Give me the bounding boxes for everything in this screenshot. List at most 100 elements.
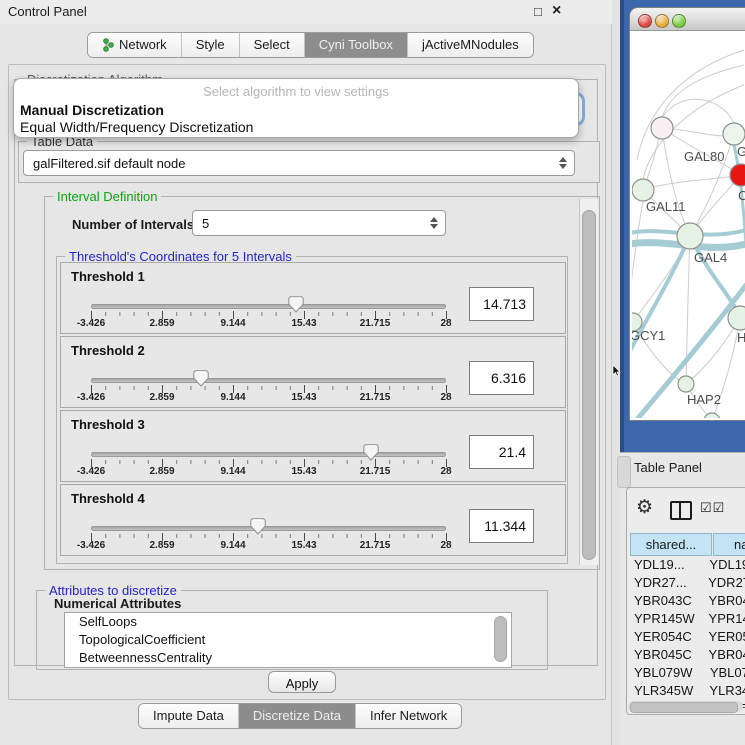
cell-name: YBR04 (707, 592, 745, 610)
float-panel-icon[interactable]: □ (534, 4, 542, 19)
screen: { "control_panel": { "title": "Control P… (0, 0, 745, 745)
number-of-intervals-spinner[interactable]: 5 (192, 210, 446, 236)
network-edge (643, 175, 741, 190)
close-panel-icon[interactable]: × (552, 2, 561, 20)
tick-label: 28 (440, 392, 451, 403)
tab-jactivemnodules[interactable]: jActiveMNodules (407, 33, 533, 57)
interval-scrollbar-thumb[interactable] (582, 210, 596, 560)
threshold-label: Threshold 1 (71, 269, 145, 284)
tick-marks (91, 533, 447, 543)
table-hscrollbar-thumb[interactable] (630, 702, 738, 713)
close-light-icon[interactable] (638, 14, 652, 28)
slider-track[interactable] (91, 526, 446, 531)
tab-label-1: Style (196, 33, 225, 57)
popup-hint: Select algorithm to view settings (14, 84, 578, 99)
number-of-intervals-value: 5 (193, 216, 430, 231)
threshold-value-field[interactable]: 14.713 (469, 287, 534, 321)
bottom-tab-label-1: Discretize Data (253, 704, 341, 728)
cell-shared-name: YDR27... (630, 574, 706, 592)
number-of-intervals-label: Number of Intervals (72, 217, 194, 232)
bottom-tab-impute-data[interactable]: Impute Data (139, 704, 238, 728)
tick-label: 28 (440, 466, 451, 477)
bottom-tab-discretize-data[interactable]: Discretize Data (238, 704, 355, 728)
slider-thumb[interactable] (363, 444, 379, 461)
split-columns-icon[interactable] (670, 501, 692, 520)
tab-style[interactable]: Style (181, 33, 239, 57)
zoom-light-icon[interactable] (672, 14, 686, 28)
table-data-combobox[interactable]: galFiltered.sif default node (23, 150, 575, 176)
tick-label: 2.859 (149, 318, 174, 329)
tick-label: 28 (440, 540, 451, 551)
tick-label: 28 (440, 318, 451, 329)
slider-track[interactable] (91, 378, 446, 383)
threshold-value-field[interactable]: 6.316 (469, 361, 534, 395)
tab-select[interactable]: Select (239, 33, 304, 57)
table-row[interactable]: YER054CYER05 (630, 628, 745, 646)
tab-cyni-toolbox[interactable]: Cyni Toolbox (304, 33, 407, 57)
minimize-light-icon[interactable] (655, 14, 669, 28)
threshold-value-field[interactable]: 11.344 (469, 509, 534, 543)
node-red[interactable] (730, 164, 745, 186)
table-row[interactable]: YBR043CYBR04 (630, 592, 745, 610)
popup-option-manual[interactable]: Manual Discretization (20, 102, 164, 118)
tick-label: 2.859 (149, 466, 174, 477)
bottom-tab-infer-network[interactable]: Infer Network (355, 704, 461, 728)
tick-label: 21.715 (360, 540, 391, 551)
node-label: HAP2 (687, 392, 721, 407)
gear-icon[interactable]: ⚙ (636, 496, 653, 519)
threshold-value-field[interactable]: 21.4 (469, 435, 534, 469)
slider-thumb[interactable] (250, 518, 266, 535)
node-gal11[interactable] (632, 179, 654, 201)
node-right-mid[interactable] (728, 306, 745, 330)
network-view-window[interactable]: GAL80GACGAL11GAL4GCY1HHAP2 (630, 8, 745, 420)
threshold-card-3: Threshold 3-3.4262.8599.14415.4321.71528… (60, 410, 566, 482)
divider-handle[interactable] (617, 456, 631, 488)
table-panel-title: Table Panel (634, 460, 702, 475)
popup-option-equal-width[interactable]: Equal Width/Frequency Discretization (20, 119, 253, 135)
cell-shared-name: YER054C (630, 628, 707, 646)
table-header-shared-name[interactable]: shared... (630, 533, 712, 556)
threshold-card-2: Threshold 2-3.4262.8599.14415.4321.71528… (60, 336, 566, 408)
slider-thumb[interactable] (288, 296, 304, 313)
table-row[interactable]: YLR345WYLR34 (630, 682, 745, 700)
node-label: GAL4 (694, 250, 727, 265)
slider-track[interactable] (91, 304, 446, 309)
table-row[interactable]: YPR145WYPR14 (630, 610, 745, 628)
mouse-cursor (612, 364, 621, 377)
checkbox-icons[interactable]: ☑☑ (700, 500, 725, 516)
tab-network[interactable]: Network (88, 33, 181, 57)
table-row[interactable]: YDL19...YDL19 (630, 556, 745, 574)
numerical-attributes-list[interactable]: SelfLoopsTopologicalCoefficientBetweenne… (64, 612, 512, 668)
node-label: C (738, 188, 745, 203)
threshold-label: Threshold 3 (71, 417, 145, 432)
node-top-right[interactable] (723, 123, 745, 145)
interval-scrollbar[interactable] (579, 199, 598, 565)
attribute-item-0[interactable]: SelfLoops (65, 613, 511, 631)
table-row[interactable]: YDR27...YDR27 (630, 574, 745, 592)
node-gal4[interactable] (677, 223, 703, 249)
cell-shared-name: YBR043C (630, 592, 707, 610)
node-gal80[interactable] (651, 117, 673, 139)
tab-label-4: jActiveMNodules (422, 33, 519, 57)
tab-label-3: Cyni Toolbox (319, 33, 393, 57)
network-canvas[interactable]: GAL80GACGAL11GAL4GCY1HHAP2 (632, 30, 745, 418)
attribute-item-2[interactable]: BetweennessCentrality (65, 649, 511, 667)
node-label: GCY1 (632, 328, 665, 343)
slider-track[interactable] (91, 452, 446, 457)
cell-shared-name: YBL079W (630, 664, 708, 682)
top-tab-bar: Network Style Select Cyni Toolbox jActiveMNo… (87, 32, 534, 58)
table-header-name[interactable]: na (713, 533, 745, 556)
attributes-scrollbar-thumb[interactable] (494, 616, 507, 662)
bottom-tab-label-2: Infer Network (370, 704, 447, 728)
table-row[interactable]: YBL079WYBL07 (630, 664, 745, 682)
attribute-item-1[interactable]: TopologicalCoefficient (65, 631, 511, 649)
slider-thumb[interactable] (193, 370, 209, 387)
node-hap2[interactable] (678, 376, 694, 392)
spinner-arrows-icon (430, 217, 438, 229)
bottom-tab-bar: Impute Data Discretize Data Infer Network (138, 703, 462, 729)
node-label: GAL80 (684, 149, 724, 164)
node-label: GAL11 (646, 199, 686, 214)
apply-button[interactable]: Apply (268, 671, 336, 693)
cell-shared-name: YBR045C (630, 646, 707, 664)
table-row[interactable]: YBR045CYBR04 (630, 646, 745, 664)
